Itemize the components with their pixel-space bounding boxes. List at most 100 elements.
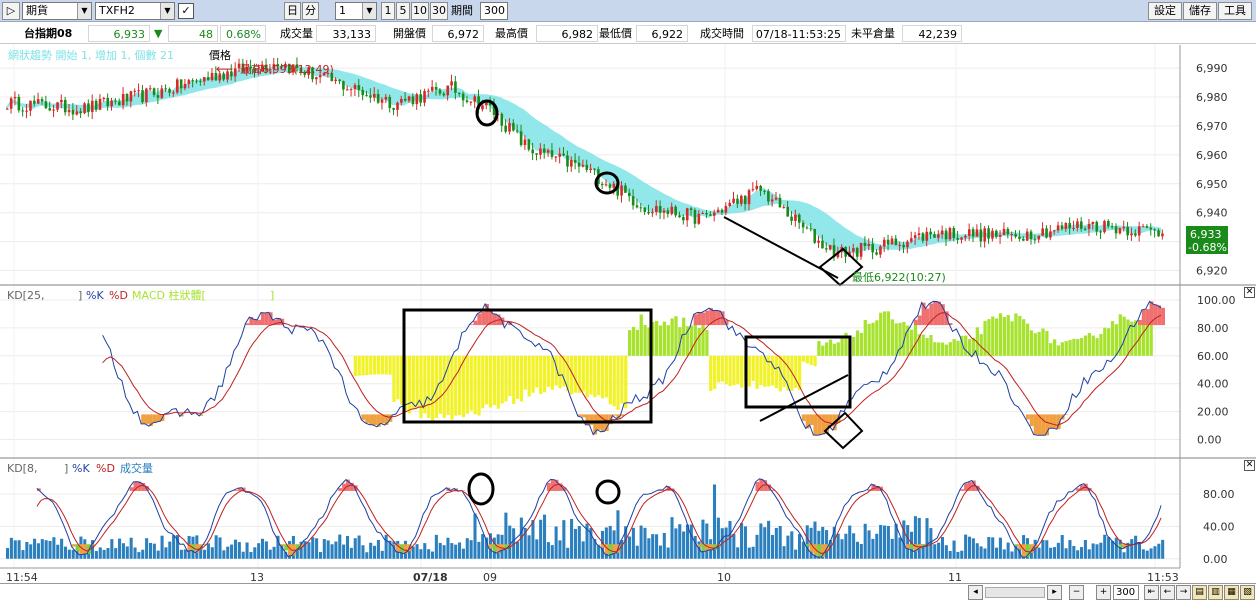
candle-body bbox=[1134, 233, 1137, 236]
zoom-in-icon[interactable]: + bbox=[1096, 585, 1111, 600]
macd-bar bbox=[655, 320, 659, 356]
kd1-overbought-fill bbox=[477, 313, 482, 326]
candle-body bbox=[933, 234, 936, 238]
interval-10-button[interactable]: 10 bbox=[411, 2, 429, 20]
macd-bar bbox=[535, 355, 539, 388]
interval-1-button[interactable]: 1 bbox=[381, 2, 395, 20]
price-legend: 價格 bbox=[209, 48, 231, 62]
volume-bar bbox=[971, 538, 975, 559]
candle-body bbox=[1095, 221, 1099, 232]
scroll-left-icon[interactable]: ◂ bbox=[968, 585, 983, 600]
close-kd1-panel-icon[interactable]: ✕ bbox=[1244, 287, 1255, 298]
layout-3-icon[interactable]: ▦ bbox=[1224, 585, 1239, 600]
zoom-out-icon[interactable]: − bbox=[1069, 585, 1084, 600]
candle-body bbox=[1153, 229, 1157, 231]
candle-body bbox=[886, 239, 890, 245]
volume-bar bbox=[353, 538, 357, 559]
candle-body bbox=[118, 101, 121, 106]
candle-body bbox=[740, 195, 743, 204]
candle-body bbox=[612, 183, 616, 188]
volume-bar bbox=[1045, 540, 1049, 559]
interval-5-button[interactable]: 5 bbox=[396, 2, 410, 20]
volume-bar bbox=[543, 514, 547, 559]
open-label: 開盤價 bbox=[393, 27, 426, 40]
period-input[interactable]: 300 bbox=[480, 2, 508, 20]
candle-body bbox=[411, 96, 415, 105]
market-select[interactable]: 期貨 ▼ bbox=[22, 2, 92, 20]
volume-bar bbox=[203, 549, 207, 559]
volume-bar bbox=[666, 547, 670, 559]
candle-body bbox=[407, 96, 411, 101]
period-min-button[interactable]: 分 bbox=[302, 2, 319, 20]
kd2-overbought-fill bbox=[759, 478, 764, 491]
candle-body bbox=[1149, 227, 1153, 230]
macd-bar bbox=[832, 343, 837, 356]
volume-bar bbox=[137, 552, 141, 559]
nav-next-icon[interactable]: → bbox=[1176, 585, 1191, 600]
period-day-button[interactable]: 日 bbox=[284, 2, 301, 20]
macd-bar bbox=[361, 355, 365, 376]
interval-30-button[interactable]: 30 bbox=[430, 2, 448, 20]
volume-bar bbox=[384, 534, 388, 559]
macd-bar bbox=[527, 355, 531, 397]
nav-prev-icon[interactable]: ← bbox=[1160, 585, 1175, 600]
candle-body bbox=[172, 92, 175, 94]
candle-body bbox=[345, 89, 349, 91]
close-kd2-panel-icon[interactable]: ✕ bbox=[1244, 460, 1255, 471]
symbol-select[interactable]: TXFH2 ▼ bbox=[95, 2, 175, 20]
candle-body bbox=[960, 237, 963, 240]
kd1-oversold-fill bbox=[365, 414, 370, 423]
macd-bar bbox=[369, 355, 373, 375]
candle-body bbox=[500, 113, 504, 126]
candle-body bbox=[1045, 228, 1048, 238]
macd-bar bbox=[921, 334, 925, 356]
candle-body bbox=[570, 160, 573, 167]
candle-body bbox=[917, 233, 921, 236]
candle-body bbox=[531, 149, 535, 154]
chart-svg[interactable]: 6,9906,9806,9706,9606,9506,9406,9306,920… bbox=[0, 45, 1256, 583]
candle-body bbox=[334, 79, 337, 82]
volume-bar bbox=[859, 544, 863, 559]
kd1-overbought-fill bbox=[257, 319, 261, 326]
macd-bar bbox=[964, 335, 968, 356]
low-note: 最低6,922(10:27) bbox=[852, 271, 946, 284]
candle-body bbox=[67, 109, 71, 113]
candle-body bbox=[581, 164, 585, 167]
volume-bar bbox=[964, 534, 968, 559]
interval-select[interactable]: 1 ▼ bbox=[335, 2, 377, 20]
candle-body bbox=[465, 100, 469, 102]
volume-bar bbox=[1099, 542, 1103, 559]
save-button[interactable]: 儲存 bbox=[1183, 2, 1217, 20]
volume-bar bbox=[311, 537, 315, 559]
volume-bar bbox=[535, 539, 539, 559]
zoom-input[interactable]: 300 bbox=[1113, 585, 1139, 600]
volume-bar bbox=[956, 551, 960, 559]
tools-button[interactable]: 工具 bbox=[1218, 2, 1252, 20]
macd-bar bbox=[1091, 335, 1095, 356]
layout-2-icon[interactable]: ▥ bbox=[1208, 585, 1223, 600]
layout-4-icon[interactable]: ▧ bbox=[1240, 585, 1255, 600]
kd2-oversold-fill bbox=[1118, 544, 1123, 548]
volume-bar bbox=[662, 532, 666, 559]
scroll-right-icon[interactable]: ▸ bbox=[1047, 585, 1062, 600]
candle-body bbox=[1110, 226, 1114, 228]
volume-bar bbox=[786, 535, 790, 559]
volume-bar bbox=[427, 549, 431, 559]
play-button[interactable]: ▷ bbox=[2, 2, 20, 20]
settings-button[interactable]: 設定 bbox=[1148, 2, 1182, 20]
macd-bar bbox=[620, 355, 624, 404]
layout-1-icon[interactable]: ▤ bbox=[1192, 585, 1207, 600]
macd-bar bbox=[1126, 319, 1130, 356]
volume-bar bbox=[125, 546, 129, 559]
nav-first-icon[interactable]: ⇤ bbox=[1144, 585, 1159, 600]
candle-body bbox=[461, 93, 465, 101]
candle-body bbox=[473, 96, 477, 102]
kd1-oversold-fill bbox=[1025, 414, 1030, 420]
candle-body bbox=[767, 191, 770, 202]
chart-area[interactable]: 6,9906,9806,9706,9606,9506,9406,9306,920… bbox=[0, 45, 1256, 583]
scrollbar-track[interactable] bbox=[985, 587, 1045, 598]
symbol-checkbox[interactable]: ✓ bbox=[178, 3, 194, 19]
macd-bar bbox=[1041, 328, 1045, 356]
candle-body bbox=[87, 103, 90, 112]
kd2-oversold-fill bbox=[697, 544, 702, 547]
